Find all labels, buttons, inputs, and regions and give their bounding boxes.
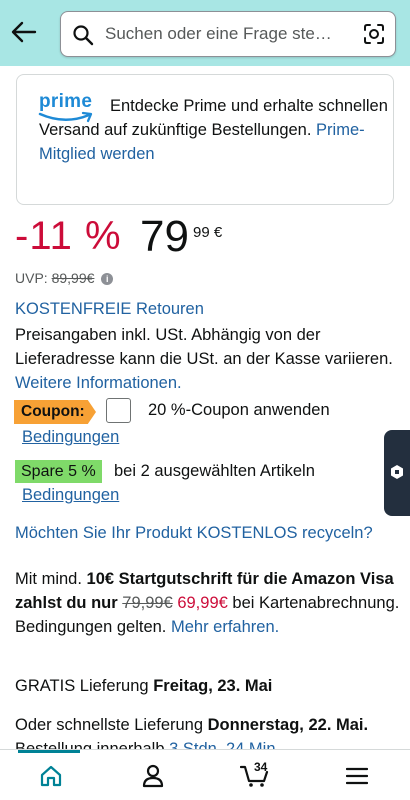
top-header — [0, 0, 410, 66]
coupon-checkbox[interactable] — [106, 398, 131, 423]
list-price-value: 89,99€ — [51, 270, 95, 286]
user-icon — [142, 764, 164, 787]
price-fraction: 99 € — [193, 224, 223, 241]
visa-old-price: 79,99€ — [122, 594, 173, 612]
tax-info: Preisangaben inkl. USt. Abhängig von der… — [15, 323, 395, 395]
coupon-badge: Coupon: — [14, 400, 96, 424]
info-icon[interactable]: i — [101, 273, 114, 286]
coupon-badge-label: Coupon: — [21, 403, 85, 420]
visa-offer: Mit mind. 10€ Startgutschrift für die Am… — [15, 567, 400, 639]
search-input[interactable] — [105, 12, 349, 56]
visa-prefix: Mit mind. — [15, 570, 82, 588]
coupon-text: 20 %-Coupon anwenden — [148, 401, 330, 419]
bottom-navigation: 34 — [0, 749, 410, 800]
side-feedback-tab[interactable] — [384, 430, 410, 516]
chat-icon — [391, 465, 403, 479]
cart-count: 34 — [254, 760, 268, 774]
fastest-delivery-info: Oder schnellste Lieferung Donnerstag, 22… — [15, 713, 405, 750]
visa-more-link[interactable]: Mehr erfahren. — [171, 618, 279, 636]
home-icon — [40, 765, 62, 786]
prime-promo-text: Entdecke Prime und erhalte schnellen Ver… — [39, 94, 389, 166]
nav-home[interactable] — [0, 750, 102, 800]
search-bar[interactable] — [60, 11, 396, 57]
free-delivery-info: GRATIS Lieferung Freitag, 23. Mai — [15, 677, 272, 696]
fastest-delivery-label: Oder schnellste Lieferung — [15, 716, 204, 734]
nav-menu[interactable] — [306, 750, 408, 800]
nav-active-indicator — [18, 750, 80, 753]
visa-new-price: 69,99€ — [177, 594, 228, 612]
coupon-terms-link[interactable]: Bedingungen — [22, 428, 119, 447]
tax-info-text: Preisangaben inkl. USt. Abhängig von der… — [15, 326, 393, 368]
free-delivery-date: Freitag, 23. Mai — [153, 677, 273, 695]
back-button[interactable] — [8, 16, 40, 48]
camera-lens-icon[interactable] — [363, 23, 385, 45]
search-icon — [73, 25, 94, 46]
nav-account[interactable] — [102, 750, 204, 800]
discount-percentage: -11 % — [15, 214, 122, 258]
free-returns-link[interactable]: KOSTENFREIE Retouren — [15, 300, 204, 319]
free-delivery-label: GRATIS Lieferung — [15, 677, 149, 695]
list-price-label: UVP: — [15, 270, 48, 286]
savings-text: bei 2 ausgewählten Artikeln — [114, 462, 315, 480]
fastest-delivery-date: Donnerstag, 22. Mai. — [207, 716, 369, 734]
list-price: UVP: 89,99€ i — [15, 270, 114, 286]
tax-info-link[interactable]: Weitere Informationen. — [15, 374, 182, 392]
menu-icon — [346, 767, 368, 784]
recycle-link[interactable]: Möchten Sie Ihr Produkt KOSTENLOS recyce… — [15, 524, 373, 543]
savings-terms-link[interactable]: Bedingungen — [22, 486, 119, 505]
price-whole: 79 — [140, 212, 189, 261]
savings-badge: Spare 5 % — [15, 460, 102, 483]
arrow-left-icon — [11, 21, 37, 43]
nav-cart[interactable]: 34 — [204, 750, 306, 800]
prime-promo-card: prime Entdecke Prime und erhalte schnell… — [16, 74, 394, 205]
